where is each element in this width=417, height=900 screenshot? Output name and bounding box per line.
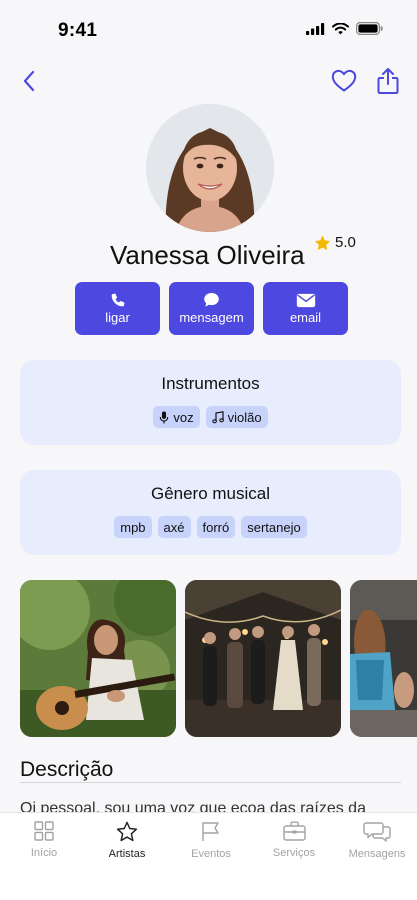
chat-bubble-icon [204,293,219,307]
instruments-title: Instrumentos [161,374,260,393]
tab-mensagens[interactable]: Mensagens [337,821,417,860]
tab-label: Início [30,847,58,859]
signal-icon [306,22,325,35]
bottom-tab-bar: Início Artistas Eventos Serviços Mensage… [0,812,417,900]
music-note-icon [211,410,224,423]
artist-name: Vanessa Oliveira [110,240,305,270]
rating-value: 5.0 [335,234,356,251]
microphone-icon [160,410,169,424]
tab-eventos[interactable]: Eventos [171,821,251,860]
instrument-label: voz [173,409,194,425]
tab-artistas[interactable]: Artistas [87,821,167,860]
message-label: mensagem [179,310,244,325]
back-button[interactable] [12,64,46,98]
description-title: Descrição [20,758,114,781]
status-bar: 9:41 [0,0,417,60]
email-button[interactable]: email [263,282,348,335]
tab-label: Serviços [272,847,316,859]
avatar-image [146,104,274,232]
message-button[interactable]: mensagem [169,282,254,335]
system-indicators [306,22,383,35]
chevron-left-icon [23,70,35,92]
gallery-photo-guitar[interactable] [20,580,176,737]
genres-card: Gênero musical mpb axé forró sertanejo [20,470,401,555]
genres-title: Gênero musical [150,484,271,503]
genre-chip: forró [196,516,236,538]
gallery-image [20,580,176,737]
tab-label: Mensagens [348,848,406,860]
status-time: 9:41 [58,20,98,41]
briefcase-icon [282,821,306,841]
description-divider [20,782,401,783]
gallery-image [350,580,417,737]
call-label: ligar [105,310,130,325]
genre-chip: axé [157,516,191,538]
chat-icon [363,822,391,842]
genre-chips: mpb axé forró sertanejo [20,516,401,538]
share-button[interactable] [371,64,405,98]
instrument-label: violão [227,409,262,425]
email-label: email [289,309,322,325]
tab-label: Eventos [191,848,231,860]
gallery-photo-dance[interactable] [185,580,341,737]
instruments-card: Instrumentos voz violão [20,360,401,445]
rating: 5.0 [314,234,356,251]
tab-servicos[interactable]: Serviços [254,821,334,859]
star-icon [116,821,138,842]
share-icon [377,68,399,94]
avatar [146,104,274,232]
tab-label: Artistas [108,848,146,860]
instrument-chip-violao: violão [205,406,268,428]
envelope-icon [296,293,315,307]
flag-icon [202,822,219,841]
gallery-image [185,580,341,737]
grid-icon [34,821,54,841]
instrument-chip-voz: voz [153,406,200,428]
instrument-chips: voz violão [20,406,401,428]
call-button[interactable]: ligar [75,282,160,335]
favorite-button[interactable] [327,64,361,98]
gallery-photo-crowd[interactable] [350,580,417,737]
battery-icon [356,22,383,35]
genre-chip: mpb [114,516,152,538]
artist-profile-screen: 9:41 Vanessa Oliveira 5.0 ligar mensagem… [0,0,417,900]
star-rating-icon [314,235,331,250]
contact-actions: ligar mensagem email [75,282,348,335]
heart-icon [331,69,357,92]
photo-gallery[interactable] [20,580,417,737]
genre-chip: sertanejo [241,516,307,538]
phone-icon [111,293,124,307]
tab-inicio[interactable]: Início [4,821,84,859]
wifi-icon [332,22,349,34]
